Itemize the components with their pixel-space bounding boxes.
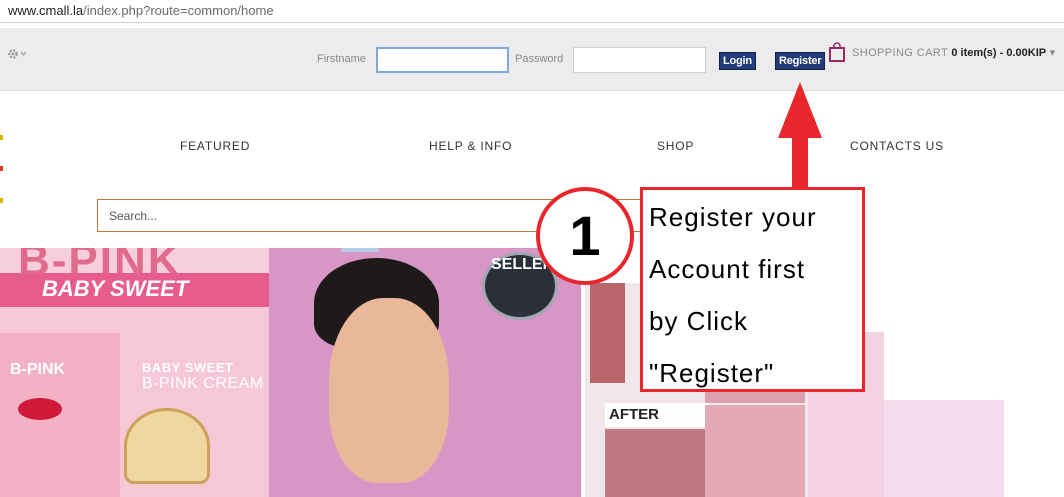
box-label: B-PINK	[10, 361, 66, 378]
lip-photo	[605, 429, 705, 497]
nav-item-featured[interactable]: FEATURED	[180, 139, 250, 153]
nav-item-shop[interactable]: SHOP	[657, 139, 694, 153]
cart-label: SHOPPING CART	[852, 47, 948, 59]
hero-banner[interactable]: B-PINK BABY SWEET B-PINK BABY SWEET B-PI…	[0, 248, 1064, 497]
callout-line: Account first	[649, 254, 806, 284]
cream-jar-image	[124, 408, 210, 484]
after-label: AFTER	[605, 403, 709, 427]
product-banner-left: B-PINK BABY SWEET B-PINK BABY SWEET B-PI…	[0, 248, 269, 497]
login-button[interactable]: Login	[719, 52, 756, 70]
nav-item-contacts[interactable]: CONTACTS US	[850, 139, 944, 153]
lip-photo	[705, 405, 805, 497]
brand-subtitle: BABY SWEET	[42, 276, 189, 301]
callout-line: "Register"	[649, 358, 775, 388]
search-placeholder: Search...	[109, 209, 158, 223]
callout-line: by Click	[649, 306, 749, 336]
shopping-bag-icon[interactable]	[829, 42, 845, 62]
product-box-image	[0, 333, 120, 497]
red-arrow-icon	[778, 82, 822, 190]
photo-fragment	[341, 248, 379, 252]
url-text[interactable]: www.cmall.la/index.php?route=common/home	[8, 3, 274, 18]
callout-line: Register your	[649, 202, 817, 232]
password-input[interactable]	[573, 47, 706, 73]
password-label: Password	[515, 53, 564, 65]
step-number: 1	[569, 204, 601, 267]
nav-item-help-info[interactable]: HELP & INFO	[429, 139, 512, 153]
register-button[interactable]: Register	[775, 52, 826, 70]
lips-icon	[18, 398, 62, 420]
instruction-callout: Register your Account first by Click "Re…	[640, 187, 865, 392]
settings-dropdown[interactable]	[7, 48, 27, 63]
firstname-input[interactable]	[376, 47, 509, 73]
url-path: /index.php?route=common/home	[83, 3, 274, 18]
model-photo: SELLER	[269, 248, 581, 497]
edge-mark	[0, 135, 3, 140]
account-bar: Firstname Password Login Register SHOPPI…	[0, 28, 1064, 91]
banner-decoration	[884, 400, 1004, 497]
step-number-badge: 1	[536, 187, 634, 285]
shopping-cart-link[interactable]: SHOPPING CART 0 item(s) - 0.00KIP ▾	[852, 46, 1056, 59]
firstname-label: Firstname	[317, 53, 366, 65]
cream-line-2: B-PINK CREAM	[142, 375, 264, 392]
browser-url-bar[interactable]: www.cmall.la/index.php?route=common/home	[0, 0, 1064, 23]
edge-mark	[0, 166, 3, 171]
gear-icon	[8, 49, 27, 59]
chevron-down-icon: ▾	[1049, 47, 1056, 59]
cart-summary: 0 item(s) - 0.00KIP	[951, 47, 1047, 59]
model-face	[329, 298, 449, 483]
edge-mark	[0, 198, 3, 203]
cream-line-1: BABY SWEET	[142, 360, 234, 375]
url-host: www.cmall.la	[8, 3, 84, 18]
lip-photo	[590, 283, 625, 383]
